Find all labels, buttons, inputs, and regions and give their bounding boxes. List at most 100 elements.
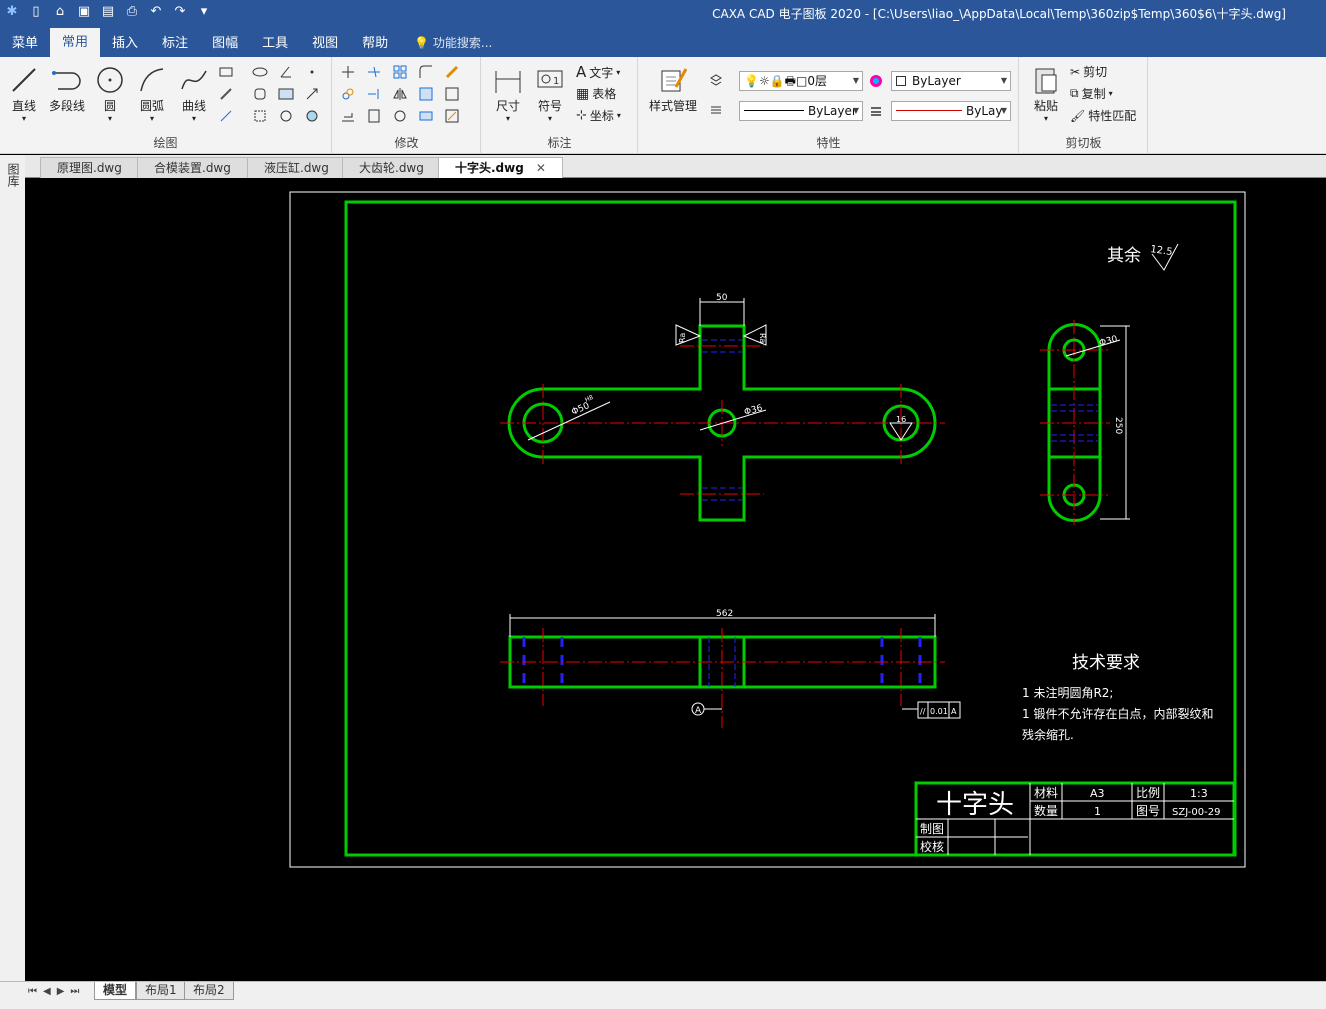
tab-view[interactable]: 视图 [300, 30, 350, 57]
polygon-icon[interactable] [251, 85, 269, 103]
tab-sheet[interactable]: 图幅 [200, 30, 250, 57]
paste-button[interactable]: 粘贴 ▾ [1026, 63, 1066, 123]
lineweight-icon[interactable] [867, 102, 885, 120]
color-wheel-icon[interactable] [867, 72, 885, 90]
window-title: CAXA CAD 电子图板 2020 - [C:\Users\liao_\App… [712, 7, 1286, 21]
tab-insert[interactable]: 插入 [100, 30, 150, 57]
line-button[interactable]: 直线 ▾ [4, 63, 44, 123]
stretch-icon[interactable] [443, 85, 461, 103]
cut-button[interactable]: ✂ 剪切 [1070, 63, 1107, 80]
doc-tab[interactable]: 合模装置.dwg [137, 157, 248, 178]
cloud-icon[interactable] [303, 107, 321, 125]
rotate-icon[interactable] [391, 107, 409, 125]
menu-main[interactable]: 菜单 [0, 30, 50, 57]
linetype-scale-icon[interactable] [707, 101, 725, 119]
circle-button[interactable]: 圆 ▾ [90, 63, 130, 123]
layout-nav-arrows[interactable]: ⏮◀▶⏭ [28, 986, 85, 997]
point-icon[interactable] [303, 63, 321, 81]
centerline-icon[interactable] [217, 85, 235, 103]
dimension-button[interactable]: 尺寸 ▾ [488, 63, 528, 123]
edit-icon[interactable] [443, 63, 461, 81]
feature-search[interactable]: 💡 功能搜索... [414, 30, 492, 57]
dim-hole-big-fit: H8 [584, 394, 595, 404]
tab-tools[interactable]: 工具 [250, 30, 300, 57]
doc-tab[interactable]: 液压缸.dwg [247, 157, 346, 178]
customize-qa-icon[interactable]: ▾ [196, 4, 212, 20]
layout-tab-model[interactable]: 模型 [94, 982, 137, 1000]
layer-select[interactable]: 💡☼🔒🖶□0层 ▼ [739, 71, 863, 91]
angle-line-icon[interactable] [277, 63, 295, 81]
circle-icon [97, 67, 123, 93]
style-manager-button[interactable]: 样式管理 [645, 63, 701, 114]
coord-button[interactable]: ⊹ 坐标 ▾ [576, 107, 621, 124]
layout-tab-2[interactable]: 布局2 [184, 982, 234, 1000]
scale-icon[interactable] [417, 85, 435, 103]
drawing-canvas[interactable]: 其余 12.5 50 Ra Ra Φ50 H8 Φ36 16 250 Φ30 5… [25, 178, 1326, 981]
linetype-select[interactable]: ByLayer ▼ [739, 101, 863, 121]
text-button[interactable]: A 文字 ▾ [576, 63, 620, 81]
tab-help[interactable]: 帮助 [350, 30, 400, 57]
table-button[interactable]: ▦ 表格 [576, 85, 616, 102]
arrow-icon[interactable] [303, 85, 321, 103]
explode-icon[interactable] [443, 107, 461, 125]
hatch-icon[interactable] [277, 85, 295, 103]
new-file-icon[interactable]: ▯ [28, 4, 44, 20]
print-icon[interactable]: ⎙ [124, 4, 140, 20]
symbol-button[interactable]: 1 符号 ▾ [530, 63, 570, 123]
parallel-line-icon[interactable] [217, 107, 235, 125]
match-properties-button[interactable]: 🖌 特性匹配 [1070, 107, 1136, 124]
rectangle-icon[interactable] [217, 63, 235, 81]
tolerance-value: 0.01 [930, 707, 948, 716]
doc-tab[interactable]: 原理图.dwg [40, 157, 139, 178]
tab-common[interactable]: 常用 [50, 28, 101, 57]
doc-tab-active[interactable]: 十字头.dwg ✕ [438, 157, 563, 178]
image-icon[interactable] [277, 107, 295, 125]
redo-icon[interactable]: ↷ [172, 4, 188, 20]
title-bar: ✱ ▯ ⌂ ▣ ▤ ⎙ ↶ ↷ ▾ CAXA CAD 电子图板 2020 - [… [0, 0, 1326, 28]
ribbon-group-properties: 样式管理 💡☼🔒🖶□0层 ▼ ByLayer ▼ ByLayer ▼ ByLay ▼ 特… [639, 57, 1019, 154]
curve-button[interactable]: 曲线 ▾ [174, 63, 214, 123]
lineweight-select[interactable]: ByLay ▼ [891, 101, 1011, 121]
style-manager-icon [661, 68, 688, 92]
color-select[interactable]: ByLayer ▼ [891, 71, 1011, 91]
open-file-icon[interactable]: ⌂ [52, 4, 68, 20]
datum-label: A [695, 706, 702, 716]
layer-manager-icon[interactable] [707, 71, 725, 89]
array-icon[interactable] [391, 63, 409, 81]
drawing-no-label: 图号 [1136, 804, 1160, 818]
arc-button[interactable]: 圆弧 ▾ [132, 63, 172, 123]
doc-tab[interactable]: 大齿轮.dwg [342, 157, 441, 178]
close-tab-icon[interactable]: ✕ [536, 161, 546, 175]
tab-annotate[interactable]: 标注 [150, 30, 200, 57]
save-all-icon[interactable]: ▤ [100, 4, 116, 20]
block-icon[interactable] [251, 107, 269, 125]
break-icon[interactable] [365, 107, 383, 125]
lightbulb-icon: 💡 [414, 36, 430, 50]
polyline-button[interactable]: 多段线 [46, 63, 88, 114]
ribbon-group-annotate: 尺寸 ▾ 1 符号 ▾ A 文字 ▾ ▦ 表格 ⊹ 坐标 ▾ 标注 [482, 57, 638, 154]
undo-icon[interactable]: ↶ [148, 4, 164, 20]
copy-button[interactable]: ⧉ 复制 ▾ [1070, 85, 1113, 102]
ribbon-group-modify: 修改 [333, 57, 481, 154]
trim-icon[interactable] [365, 63, 383, 81]
dim-hole-center: Φ36 [743, 403, 764, 418]
dim-side-height: 250 [1113, 417, 1123, 434]
chamfer-icon[interactable] [417, 107, 435, 125]
move-icon[interactable] [339, 63, 357, 81]
mirror-icon[interactable] [391, 85, 409, 103]
fillet-icon[interactable] [417, 63, 435, 81]
save-icon[interactable]: ▣ [76, 4, 92, 20]
library-tab[interactable]: 图库 [5, 163, 22, 187]
ellipse-icon[interactable] [251, 63, 269, 81]
title-block: 十字头 材料 A3 比例 1:3 数量 1 图号 SZJ-00-29 制图 校核 [914, 781, 1236, 857]
roughness-prefix: 其余 [1107, 246, 1141, 266]
offset-icon[interactable] [339, 107, 357, 125]
tech-title: 技术要求 [1072, 653, 1140, 673]
brush-icon: 🖌 [1070, 108, 1086, 123]
extend-icon[interactable] [365, 85, 383, 103]
arc-icon [140, 68, 164, 92]
ribbon-group-clipboard: 粘贴 ▾ ✂ 剪切 ⧉ 复制 ▾ 🖌 特性匹配 剪切板 [1020, 57, 1148, 154]
app-logo-icon[interactable]: ✱ [4, 4, 20, 20]
copy-object-icon[interactable] [339, 85, 357, 103]
layout-tab-1[interactable]: 布局1 [136, 982, 186, 1000]
